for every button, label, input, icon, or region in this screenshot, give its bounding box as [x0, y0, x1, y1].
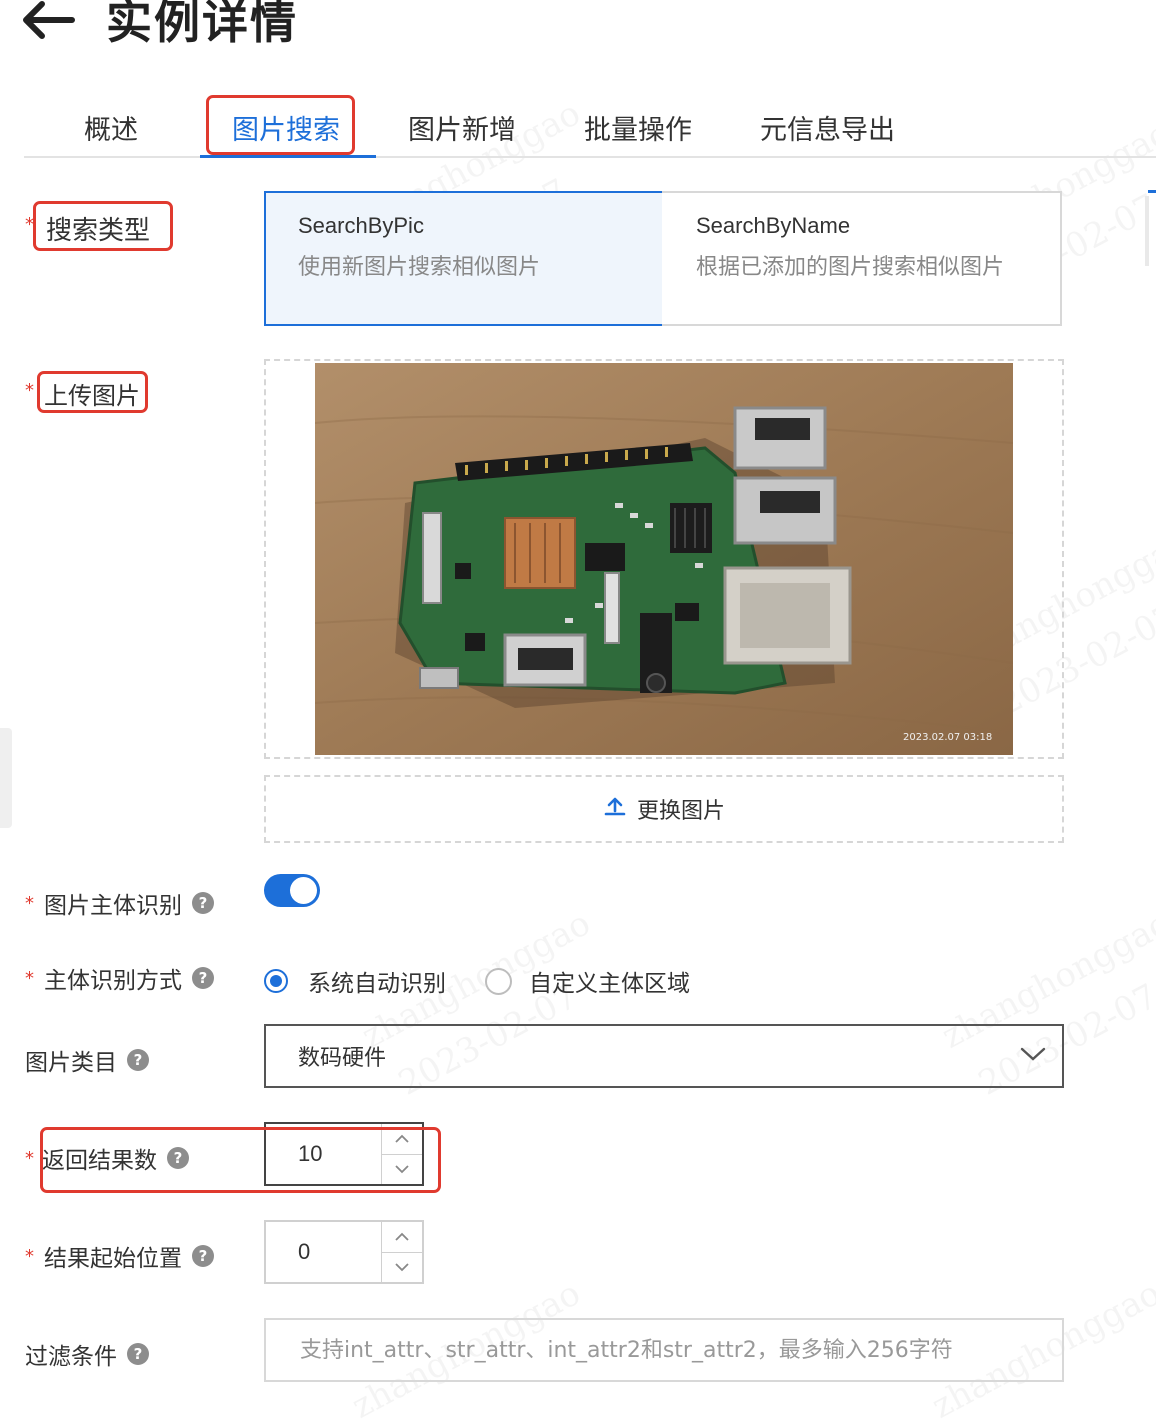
filter-label: 过滤条件 — [25, 1344, 117, 1370]
result-start-field-label: * 结果起始位置 ? — [25, 1239, 214, 1273]
result-start-value[interactable]: 0 — [266, 1239, 381, 1265]
filter-field[interactable] — [264, 1318, 1064, 1382]
search-by-pic-name: SearchByPic — [298, 213, 424, 238]
search-by-pic-desc: 使用新图片搜索相似图片 — [298, 255, 541, 280]
search-by-name-desc: 根据已添加的图片搜索相似图片 — [696, 255, 1005, 280]
replace-image-button[interactable]: 更换图片 — [264, 775, 1064, 843]
tab-metadata-export[interactable]: 元信息导出 — [760, 108, 895, 147]
photo-timestamp: 2023.02.07 03:18 — [903, 732, 992, 743]
search-by-pic-card[interactable]: SearchByPic 使用新图片搜索相似图片 — [264, 191, 664, 326]
result-start-input[interactable]: 0 — [264, 1220, 424, 1284]
tab-batch-operation[interactable]: 批量操作 — [584, 108, 692, 147]
detect-mode-field-label: * 主体识别方式 ? — [25, 961, 214, 995]
tab-overview[interactable]: 概述 — [84, 108, 138, 147]
category-value: 数码硬件 — [298, 1046, 387, 1071]
result-start-label: 结果起始位置 — [44, 1246, 182, 1272]
arrow-left-icon[interactable] — [22, 0, 82, 40]
side-handle — [0, 728, 12, 828]
chevron-down-icon[interactable] — [382, 1251, 422, 1283]
radio-custom-region-label: 自定义主体区域 — [529, 971, 690, 997]
highlight-box — [37, 371, 148, 413]
subject-detect-field-label: * 图片主体识别 ? — [25, 886, 214, 920]
filter-field-label: 过滤条件 ? — [25, 1337, 149, 1371]
radio-custom-region[interactable]: 自定义主体区域 — [485, 964, 690, 998]
category-label: 图片类目 — [25, 1050, 117, 1076]
help-icon[interactable]: ? — [127, 1343, 149, 1365]
highlight-box — [40, 1127, 441, 1193]
upload-icon — [603, 794, 627, 824]
toggle-knob — [290, 877, 317, 904]
page-title: 实例详情 — [106, 0, 298, 49]
number-stepper — [381, 1222, 422, 1282]
required-mark: * — [25, 1245, 34, 1267]
required-mark: * — [25, 892, 34, 914]
tabs-divider — [24, 156, 1156, 158]
scroll-indicator — [1148, 190, 1156, 193]
help-icon[interactable]: ? — [192, 892, 214, 914]
chevron-up-icon[interactable] — [382, 1222, 422, 1252]
subject-detect-toggle[interactable] — [264, 874, 320, 907]
required-mark: * — [25, 380, 34, 401]
category-select[interactable]: 数码硬件 — [264, 1024, 1064, 1088]
help-icon[interactable]: ? — [192, 1245, 214, 1267]
search-by-name-card[interactable]: SearchByName 根据已添加的图片搜索相似图片 — [662, 191, 1062, 326]
highlight-box — [33, 201, 173, 251]
scrollbar[interactable] — [1145, 196, 1149, 266]
filter-input[interactable] — [298, 1336, 1062, 1364]
radio-button-checked[interactable] — [264, 969, 288, 993]
highlight-box — [206, 95, 355, 155]
radio-auto-detect[interactable]: 系统自动识别 — [264, 964, 446, 998]
required-mark: * — [25, 967, 34, 989]
help-icon[interactable]: ? — [192, 967, 214, 989]
search-by-name-name: SearchByName — [696, 213, 851, 238]
uploaded-image: 2023.02.07 03:18 — [314, 363, 1014, 755]
tab-image-add[interactable]: 图片新增 — [408, 108, 516, 147]
required-mark: * — [25, 1147, 34, 1169]
category-field-label: 图片类目 ? — [25, 1043, 149, 1077]
replace-image-label: 更换图片 — [636, 799, 725, 824]
radio-auto-detect-label: 系统自动识别 — [308, 971, 446, 997]
chevron-down-icon — [1020, 1044, 1046, 1070]
active-tab-indicator — [200, 155, 376, 158]
detect-mode-label: 主体识别方式 — [44, 968, 182, 994]
subject-detect-label: 图片主体识别 — [44, 893, 182, 919]
radio-button-unchecked[interactable] — [485, 967, 512, 995]
help-icon[interactable]: ? — [127, 1049, 149, 1071]
